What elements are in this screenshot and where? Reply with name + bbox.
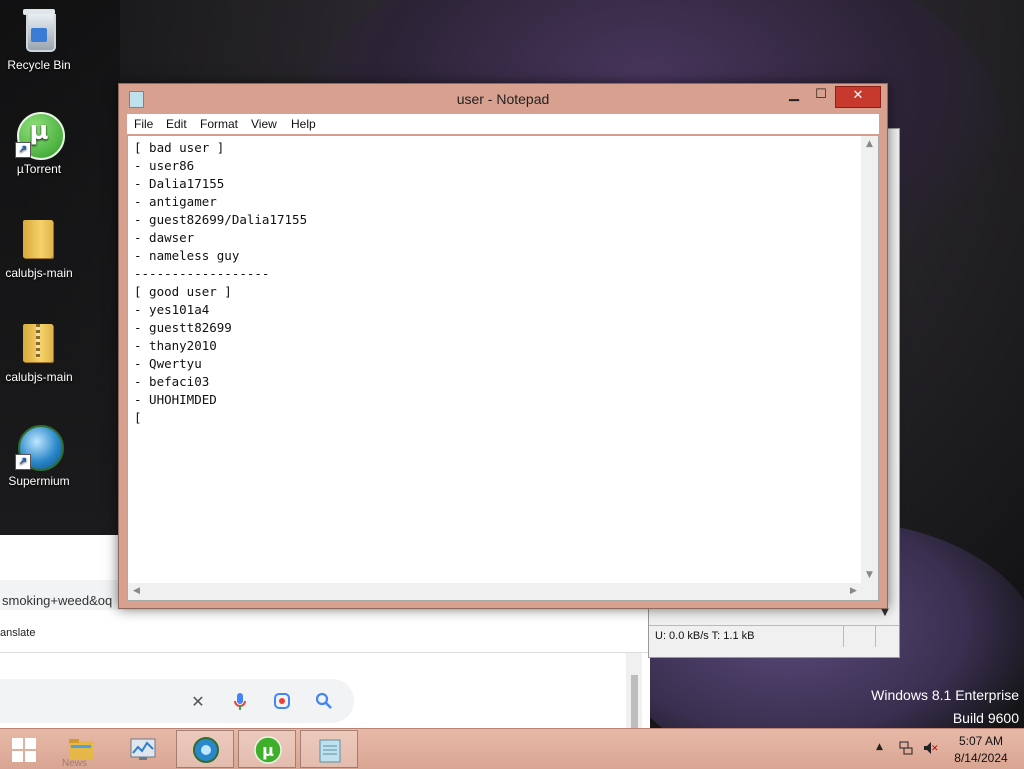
desktop-icon-label: Recycle Bin <box>7 58 71 72</box>
clock-time: 5:07 AM <box>958 734 1004 748</box>
recycle-bin-icon <box>15 6 63 54</box>
status-divider <box>843 625 844 647</box>
taskbar: News µ <box>0 728 1024 769</box>
desktop-icon-label: calubjs-main <box>5 370 73 384</box>
utorrent-icon: µ ↗ <box>15 110 65 160</box>
desktop-icon-supermium[interactable]: ↗ Supermium <box>2 422 76 488</box>
muted-icon: ✕ <box>931 744 939 754</box>
status-divider <box>875 625 876 647</box>
watermark-build: Build 9600 <box>952 710 1019 726</box>
desktop-icon-utorrent[interactable]: µ ↗ µTorrent <box>2 110 76 176</box>
search-box-icons: ✕ <box>188 691 348 713</box>
menu-file[interactable]: File <box>134 117 153 131</box>
taskbar-utorrent[interactable]: µ <box>238 730 296 768</box>
menu-help[interactable]: Help <box>291 117 316 131</box>
taskbar-supermium[interactable] <box>176 730 234 768</box>
microphone-icon[interactable] <box>230 692 250 712</box>
search-icon[interactable] <box>314 692 334 712</box>
desktop-icon-label: Supermium <box>8 474 70 488</box>
desktop-icon-label: µTorrent <box>16 162 62 176</box>
vertical-scrollbar[interactable]: ▲ ▼ <box>861 136 878 584</box>
taskbar-file-explorer[interactable]: News <box>52 730 110 769</box>
windows-watermark: Windows 8.1 Enterprise Build 9600 <box>871 684 1019 730</box>
utorrent-status-text: U: 0.0 kB/s T: 1.1 kB <box>655 630 755 642</box>
notepad-icon <box>316 736 344 764</box>
browser-translate-text: anslate <box>0 627 36 639</box>
text-editor-area[interactable]: [ bad user ] - user86 - Dalia17155 - ant… <box>127 135 879 601</box>
menu-bar: File Edit Format View Help <box>127 114 879 134</box>
utorrent-icon: µ <box>254 736 282 764</box>
scroll-left-arrow-icon[interactable]: ◀ <box>128 583 145 600</box>
desktop-icon-recycle-bin[interactable]: Recycle Bin <box>2 6 76 72</box>
close-icon[interactable]: ✕ <box>188 692 208 712</box>
browser-address-text: smoking+weed&oq <box>2 593 113 608</box>
taskbar-notepad[interactable] <box>300 730 358 768</box>
scroll-up-arrow-icon[interactable]: ▲ <box>861 136 878 153</box>
clock-date: 8/14/2024 <box>954 751 1008 765</box>
shortcut-arrow-icon: ↗ <box>15 454 31 470</box>
taskbar-task-manager[interactable] <box>114 730 172 768</box>
svg-text:µ: µ <box>262 741 274 760</box>
menu-view[interactable]: View <box>251 117 277 131</box>
supermium-icon: ↗ <box>15 422 64 471</box>
notepad-title-bar[interactable]: user - Notepad ▁ ☐ ✕ <box>119 84 887 114</box>
desktop-icon-calubjs-zip[interactable]: calubjs-main <box>2 318 76 384</box>
menu-edit[interactable]: Edit <box>166 117 187 131</box>
lens-icon[interactable] <box>272 692 292 712</box>
folder-icon <box>15 214 63 262</box>
taskbar-label: News <box>62 758 88 769</box>
start-icon <box>12 738 36 762</box>
notepad-window[interactable]: user - Notepad ▁ ☐ ✕ File Edit Format Vi… <box>118 83 888 609</box>
shortcut-arrow-icon: ↗ <box>15 142 31 158</box>
window-title: user - Notepad <box>456 91 550 107</box>
scrollbar-corner <box>861 583 878 600</box>
watermark-edition: Windows 8.1 Enterprise <box>871 687 1019 703</box>
close-button[interactable]: ✕ <box>835 86 881 108</box>
maximize-button[interactable]: ☐ <box>808 86 834 106</box>
desktop-icon-calubjs-folder[interactable]: calubjs-main <box>2 214 76 280</box>
taskbar-clock[interactable]: 5:07 AM 8/14/2024 <box>948 733 1014 767</box>
zip-folder-icon <box>15 318 63 366</box>
scroll-right-arrow-icon[interactable]: ▶ <box>845 583 862 600</box>
show-hidden-icons-icon[interactable]: ▲ <box>876 742 883 752</box>
task-manager-icon <box>129 735 157 763</box>
utorrent-status-bar: U: 0.0 kB/s T: 1.1 kB <box>649 625 899 648</box>
desktop-icon-label: calubjs-main <box>5 266 73 280</box>
divider <box>0 652 650 653</box>
scroll-down-arrow-icon[interactable]: ▼ <box>875 607 895 623</box>
minimize-button[interactable]: ▁ <box>781 86 807 106</box>
document-text[interactable]: [ bad user ] - user86 - Dalia17155 - ant… <box>134 139 307 427</box>
scroll-down-arrow-icon[interactable]: ▼ <box>861 567 878 584</box>
horizontal-scrollbar[interactable]: ◀ ▶ <box>128 583 862 600</box>
start-button[interactable] <box>0 730 58 768</box>
browser-scrollbar-thumb[interactable] <box>631 675 638 735</box>
supermium-icon <box>192 736 220 764</box>
network-icon[interactable] <box>899 741 913 755</box>
menu-format[interactable]: Format <box>200 117 238 131</box>
